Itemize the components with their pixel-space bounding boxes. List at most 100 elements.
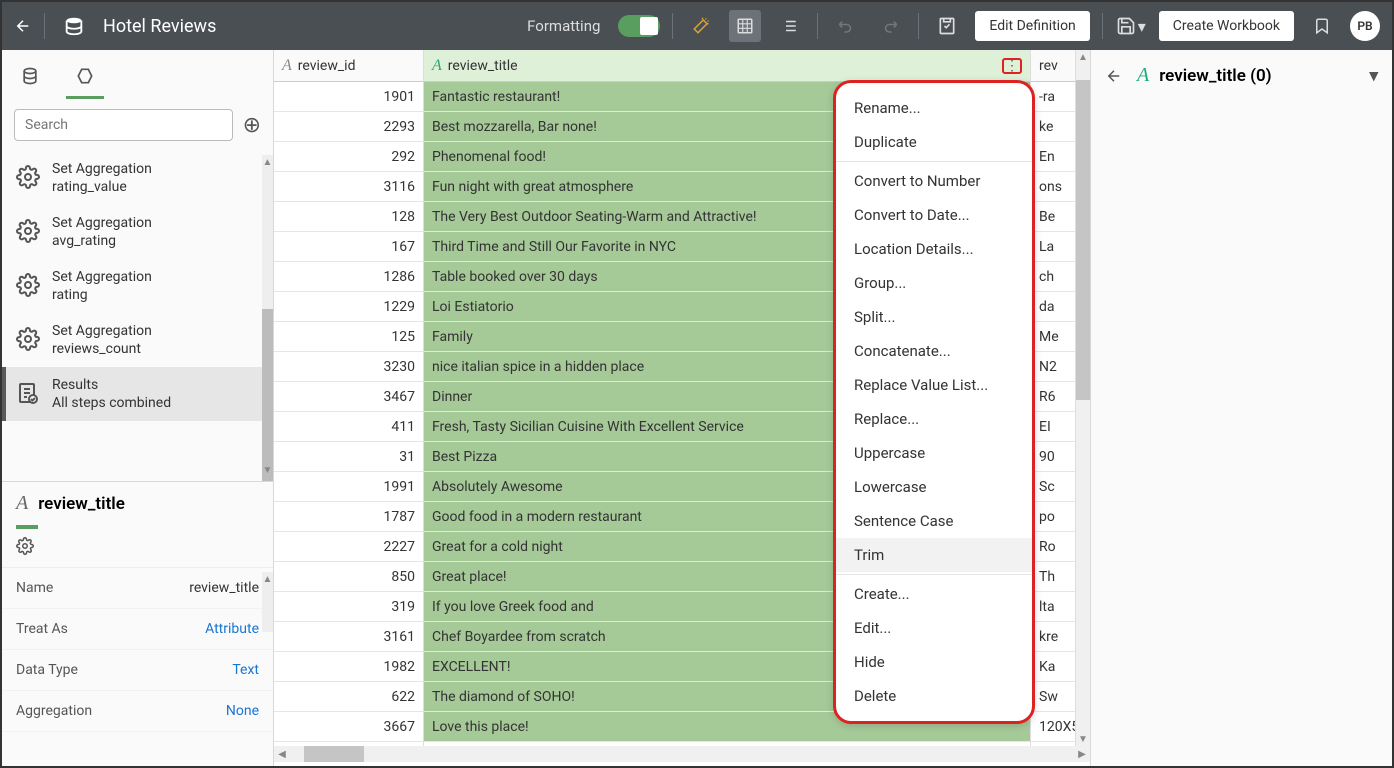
menu-item[interactable]: Replace Value List... (836, 368, 1032, 402)
menu-item[interactable]: Convert to Date... (836, 198, 1032, 232)
redo-icon[interactable] (874, 10, 906, 42)
menu-item[interactable]: Hide (836, 645, 1032, 679)
horizontal-scrollbar[interactable]: ◀ ▶ (274, 746, 1090, 762)
menu-item[interactable]: Create... (836, 577, 1032, 611)
menu-item[interactable]: Edit... (836, 611, 1032, 645)
search-input[interactable] (14, 109, 233, 141)
cell-partial[interactable]: Ka (1031, 652, 1075, 682)
cell-partial[interactable]: N2 (1031, 352, 1075, 382)
undo-icon[interactable] (830, 10, 862, 42)
magic-wand-icon[interactable] (685, 10, 717, 42)
cell-partial[interactable]: 90 (1031, 442, 1075, 472)
cell-id[interactable]: 3667 (274, 712, 423, 742)
menu-item[interactable]: Split... (836, 300, 1032, 334)
menu-item[interactable]: Convert to Number (836, 164, 1032, 198)
cell-partial[interactable]: kre (1031, 622, 1075, 652)
save-menu-icon[interactable]: ▾ (1115, 10, 1147, 42)
chevron-down-icon[interactable]: ▾ (1369, 66, 1378, 86)
tab-data-icon[interactable] (12, 60, 48, 99)
add-step-icon[interactable]: ⊕ (243, 113, 261, 138)
cell-id[interactable]: 292 (274, 142, 423, 172)
back-arrow-icon[interactable] (1105, 67, 1123, 85)
cell-id[interactable]: 125 (274, 322, 423, 352)
avatar[interactable]: PB (1350, 11, 1380, 41)
cell-partial[interactable]: ke (1031, 112, 1075, 142)
cell-id[interactable]: 411 (274, 412, 423, 442)
gear-icon (16, 327, 40, 351)
grid-view-icon[interactable] (729, 10, 761, 42)
cell-partial[interactable]: EI (1031, 412, 1075, 442)
cell-id[interactable]: 850 (274, 562, 423, 592)
cell-id[interactable]: 1286 (274, 262, 423, 292)
cell-partial[interactable]: ons (1031, 172, 1075, 202)
gear-icon[interactable] (16, 537, 34, 555)
cell-partial[interactable]: En (1031, 142, 1075, 172)
cell-id[interactable]: 128 (274, 202, 423, 232)
tab-steps-icon[interactable] (66, 60, 104, 99)
menu-item[interactable]: Lowercase (836, 470, 1032, 504)
cell-id[interactable]: 3161 (274, 622, 423, 652)
menu-item[interactable]: Duplicate (836, 125, 1032, 159)
cell-partial[interactable]: R6 (1031, 382, 1075, 412)
property-row[interactable]: Data TypeText (2, 650, 273, 691)
cell-partial[interactable]: lta (1031, 592, 1075, 622)
step-item[interactable]: ResultsAll steps combined (2, 367, 273, 421)
property-row[interactable]: Namereview_title (2, 568, 273, 609)
column-header-review-id[interactable]: Areview_id (274, 50, 423, 82)
cell-partial[interactable]: Me (1031, 322, 1075, 352)
cell-id[interactable]: 3116 (274, 172, 423, 202)
step-item[interactable]: Set Aggregationreviews_count (2, 313, 273, 367)
publish-icon[interactable] (931, 10, 963, 42)
column-header-partial[interactable]: rev (1031, 50, 1075, 82)
menu-item[interactable]: Group... (836, 266, 1032, 300)
menu-item[interactable]: Uppercase (836, 436, 1032, 470)
cell-partial[interactable]: 120X5 (1031, 712, 1075, 742)
menu-item[interactable]: Replace... (836, 402, 1032, 436)
cell-id[interactable]: 2227 (274, 532, 423, 562)
cell-id[interactable]: 1901 (274, 82, 423, 112)
cell-id[interactable]: 1787 (274, 502, 423, 532)
bookmark-icon[interactable] (1306, 10, 1338, 42)
cell-id[interactable]: 3230 (274, 352, 423, 382)
menu-item[interactable]: Sentence Case (836, 504, 1032, 538)
property-row[interactable]: AggregationNone (2, 691, 273, 732)
column-menu-trigger[interactable]: ⋮ (1002, 58, 1022, 74)
cell-partial[interactable]: po (1031, 502, 1075, 532)
menu-item[interactable]: Trim (836, 538, 1032, 572)
cell-id[interactable]: 1229 (274, 292, 423, 322)
cell-id[interactable]: 167 (274, 232, 423, 262)
cell-id[interactable]: 2293 (274, 112, 423, 142)
edit-definition-button[interactable]: Edit Definition (975, 11, 1089, 41)
back-button[interactable] (14, 17, 32, 35)
cell-id[interactable]: 1991 (274, 472, 423, 502)
property-row[interactable]: Treat AsAttribute (2, 609, 273, 650)
cell-partial[interactable]: ch (1031, 262, 1075, 292)
cell-id[interactable]: 1982 (274, 652, 423, 682)
create-workbook-button[interactable]: Create Workbook (1159, 11, 1294, 41)
cell-partial[interactable]: La (1031, 232, 1075, 262)
formatting-toggle[interactable] (618, 15, 660, 37)
list-view-icon[interactable] (773, 10, 805, 42)
cell-id[interactable]: 319 (274, 592, 423, 622)
column-header-review-title[interactable]: Areview_title ⋮ (424, 50, 1030, 82)
menu-item[interactable]: Location Details... (836, 232, 1032, 266)
cell-partial[interactable]: Sc (1031, 472, 1075, 502)
vertical-scrollbar[interactable]: ▲ ▼ (1076, 50, 1090, 746)
menu-item[interactable]: Delete (836, 679, 1032, 713)
cell-partial[interactable]: -ra (1031, 82, 1075, 112)
cell-partial[interactable]: Ro (1031, 532, 1075, 562)
step-item[interactable]: Set Aggregationrating (2, 259, 273, 313)
cell-partial[interactable]: da (1031, 292, 1075, 322)
cell-id[interactable]: 31 (274, 442, 423, 472)
step-item[interactable]: Set Aggregationavg_rating (2, 205, 273, 259)
menu-item[interactable]: Rename... (836, 91, 1032, 125)
cell-id[interactable]: 3467 (274, 382, 423, 412)
cell-partial[interactable]: Sw (1031, 682, 1075, 712)
cell-id[interactable]: 622 (274, 682, 423, 712)
steps-scrollbar[interactable]: ▲ ▼ (262, 155, 273, 477)
menu-item[interactable]: Concatenate... (836, 334, 1032, 368)
props-scrollbar[interactable]: ▲ (262, 572, 273, 632)
cell-partial[interactable]: Th (1031, 562, 1075, 592)
cell-partial[interactable]: Be (1031, 202, 1075, 232)
step-item[interactable]: Set Aggregationrating_value (2, 151, 273, 205)
